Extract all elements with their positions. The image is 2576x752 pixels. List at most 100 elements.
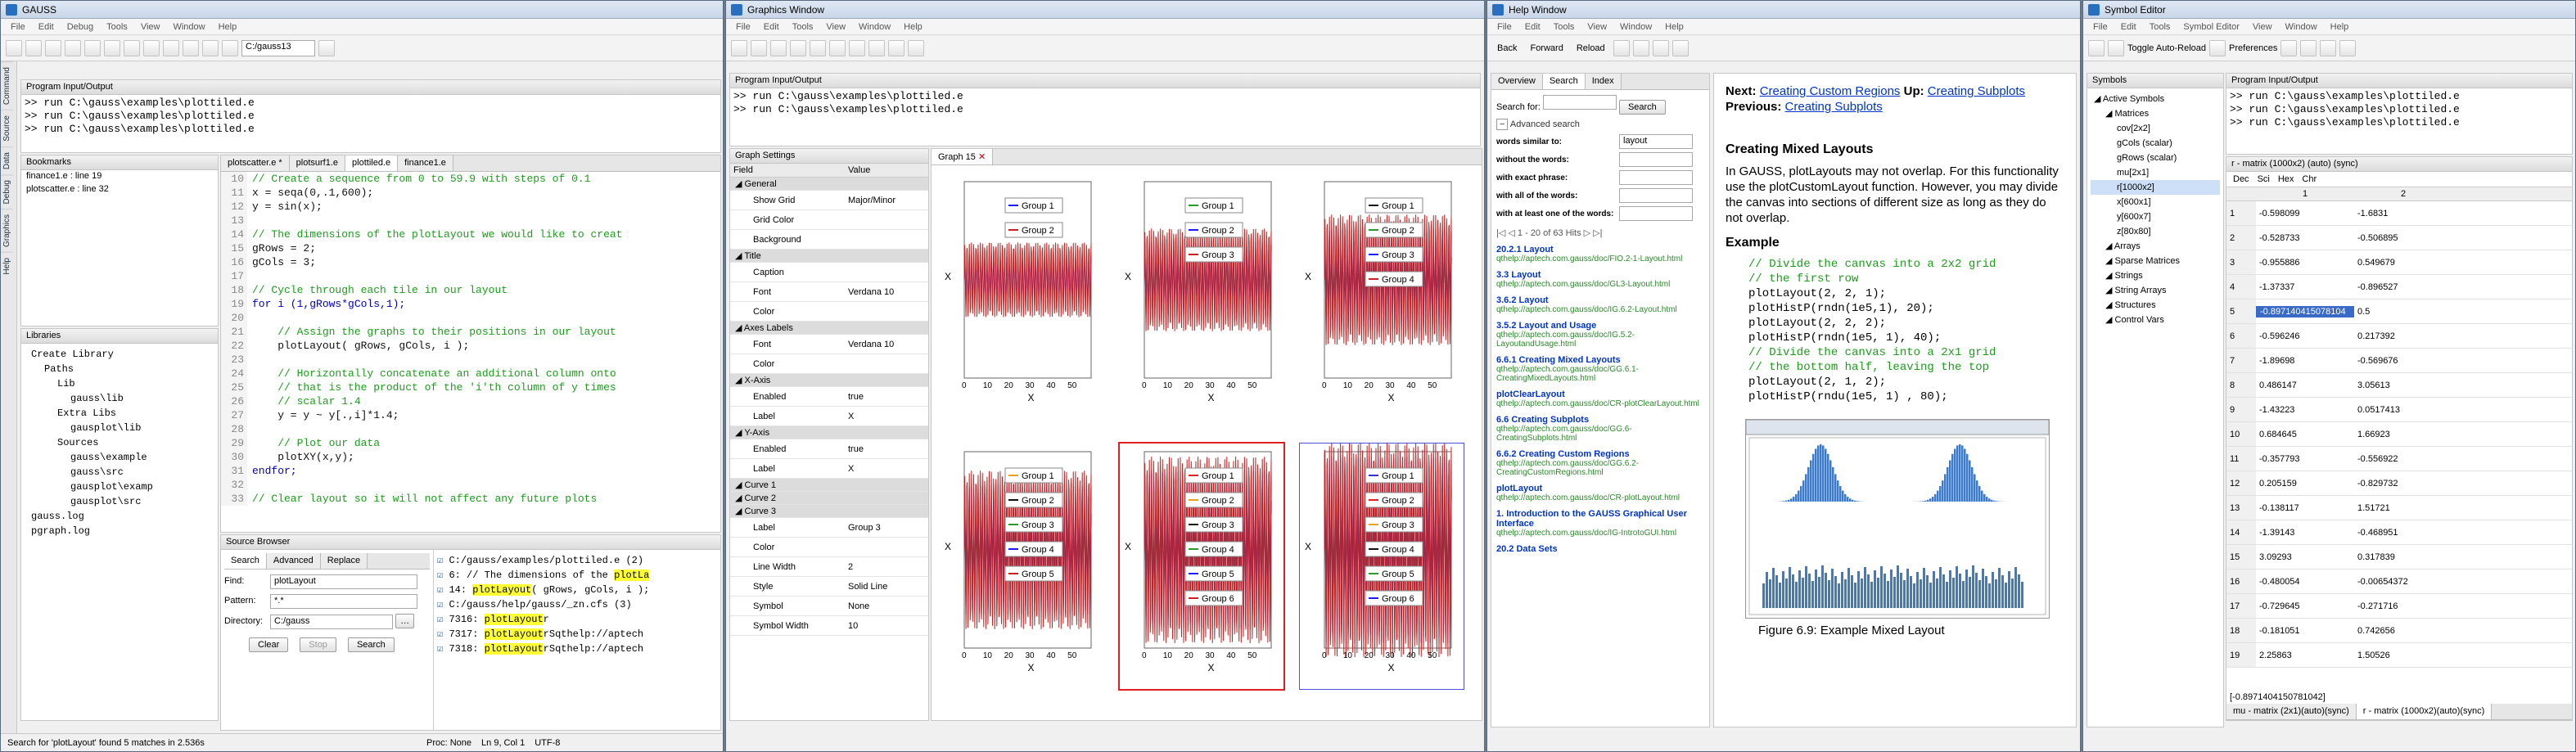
subplot[interactable]: Group 1 Group 2 Group 3 Group 4 0 10 20 30 40 50 X… bbox=[1300, 173, 1464, 419]
search-result[interactable]: ☑ 6: // The dimensions of the plotLa bbox=[437, 568, 717, 583]
search-hit[interactable]: 3.3 Layout qthelp://aptech.com.gauss/doc/… bbox=[1496, 270, 1704, 289]
library-item[interactable]: gauss.log bbox=[25, 509, 214, 524]
settings-section[interactable]: ◢ X-Axis bbox=[730, 374, 928, 387]
search-hit-title[interactable]: 3.6.2 Layout bbox=[1496, 295, 1704, 305]
library-item[interactable]: gauss\example bbox=[25, 450, 214, 465]
search-hit[interactable]: plotLayout qthelp://aptech.com.gauss/doc/… bbox=[1496, 484, 1704, 502]
settings-row[interactable]: Background bbox=[730, 230, 928, 250]
library-item[interactable]: Sources bbox=[25, 435, 214, 450]
debug-icon[interactable] bbox=[1633, 40, 1649, 56]
matrix-cell[interactable]: -0.357793 bbox=[2256, 454, 2354, 464]
settings-row[interactable]: Label Group 3 bbox=[730, 518, 928, 538]
sidebar-tab-data[interactable]: Data bbox=[1, 146, 13, 174]
result-checkbox[interactable]: ☑ bbox=[437, 614, 449, 625]
settings-row[interactable]: Color bbox=[730, 538, 928, 557]
menu-item-edit[interactable]: Edit bbox=[32, 22, 61, 32]
sidebar-tab-help[interactable]: Help bbox=[1, 252, 13, 280]
preferences-button[interactable]: Preferences bbox=[2229, 43, 2277, 53]
matrix-cell[interactable]: -0.468951 bbox=[2354, 528, 2452, 538]
search-hit-title[interactable]: 3.3 Layout bbox=[1496, 270, 1704, 280]
library-item[interactable]: Extra Libs bbox=[25, 406, 214, 421]
settings-row[interactable]: Symbol None bbox=[730, 597, 928, 616]
undo-icon[interactable] bbox=[65, 40, 81, 56]
tree-item[interactable]: ◢ String Arrays bbox=[2091, 283, 2220, 298]
tab-replace[interactable]: Replace bbox=[321, 553, 368, 569]
last-page-icon[interactable]: ▷| bbox=[1593, 228, 1602, 238]
directory-input[interactable]: C:/gauss bbox=[270, 615, 393, 629]
matrix-cell[interactable]: -0.181051 bbox=[2256, 626, 2354, 636]
menu-item-file[interactable]: File bbox=[4, 22, 32, 32]
settings-row[interactable]: Label X bbox=[730, 459, 928, 479]
settings-row[interactable]: Label X bbox=[730, 407, 928, 426]
ellipse-tool-icon[interactable] bbox=[810, 40, 826, 56]
open-file-icon[interactable] bbox=[25, 40, 42, 56]
settings-section[interactable]: ◢ Axes Labels bbox=[730, 322, 928, 335]
bookmark-item[interactable]: plotscatter.e : line 32 bbox=[21, 183, 218, 196]
settings-section[interactable]: ◢ Curve 2 bbox=[730, 492, 928, 505]
matrix-cell[interactable]: -0.829732 bbox=[2354, 479, 2452, 489]
tree-item-selected[interactable]: r[1000x2] bbox=[2091, 180, 2220, 195]
paste-icon[interactable] bbox=[143, 40, 160, 56]
collapse-icon[interactable]: − bbox=[1496, 119, 1508, 130]
search-button[interactable]: Search bbox=[348, 637, 395, 652]
tab-file[interactable]: finance1.e bbox=[398, 155, 453, 171]
settings-row[interactable]: Style Solid Line bbox=[730, 577, 928, 597]
menu-item-tools[interactable]: Tools bbox=[2143, 22, 2177, 32]
tree-item[interactable]: y[600x7] bbox=[2091, 209, 2220, 224]
tree-item[interactable]: ◢ Sparse Matrices bbox=[2091, 254, 2220, 268]
help-search-button[interactable]: Search bbox=[1619, 100, 1666, 115]
search-hit[interactable]: 3.5.2 Layout and Usage qthelp://aptech.co… bbox=[1496, 321, 1704, 349]
redo-icon[interactable] bbox=[84, 40, 101, 56]
nav-forward-button[interactable]: Forward bbox=[1525, 43, 1568, 53]
matrix-cell[interactable]: -0.897140415078104 bbox=[2256, 306, 2354, 317]
matrix-cell[interactable]: 0.549679 bbox=[2354, 258, 2452, 268]
matrix-cell[interactable]: 0.742656 bbox=[2354, 626, 2452, 636]
tab-file[interactable]: plotscatter.e * bbox=[221, 155, 290, 171]
search-hit[interactable]: 6.6 Creating Subplots qthelp://aptech.com… bbox=[1496, 415, 1704, 443]
close-icon[interactable]: ✕ bbox=[978, 152, 986, 162]
setting-value[interactable]: Group 3 bbox=[845, 523, 881, 533]
settings-section[interactable]: ◢ Curve 1 bbox=[730, 479, 928, 492]
menu-item-help[interactable]: Help bbox=[1658, 22, 1690, 32]
tree-item[interactable]: gRows (scalar) bbox=[2091, 151, 2220, 165]
menu-item-window[interactable]: Window bbox=[1613, 22, 1658, 32]
matrix-cell[interactable]: 0.217392 bbox=[2354, 331, 2452, 341]
matrix-cell[interactable]: 1.51721 bbox=[2354, 503, 2452, 513]
matrix-cell[interactable]: 0.684645 bbox=[2256, 430, 2354, 439]
tree-item[interactable]: z[80x80] bbox=[2091, 224, 2220, 239]
format-sci-button[interactable]: Sci bbox=[2258, 174, 2270, 184]
tab-file[interactable]: plottiled.e bbox=[345, 155, 398, 171]
search-hit[interactable]: 6.6.1 Creating Mixed Layouts qthelp://apt… bbox=[1496, 355, 1704, 383]
cut-icon[interactable] bbox=[104, 40, 120, 56]
settings-row[interactable]: Color bbox=[730, 354, 928, 374]
menu-item-view[interactable]: View bbox=[2246, 22, 2279, 32]
search-result[interactable]: ☑ C:/gauss/examples/plottiled.e (2) bbox=[437, 553, 717, 568]
library-item[interactable]: gauss\src bbox=[25, 465, 214, 480]
format-hex-button[interactable]: Hex bbox=[2278, 174, 2294, 184]
stop-icon[interactable] bbox=[908, 40, 924, 56]
text-tool-icon[interactable] bbox=[829, 40, 846, 56]
menu-item-view[interactable]: View bbox=[819, 22, 852, 32]
search-hit-title[interactable]: 6.6.2 Creating Custom Regions bbox=[1496, 449, 1704, 459]
menu-item-window[interactable]: Window bbox=[852, 22, 897, 32]
rect-tool-icon[interactable] bbox=[790, 40, 806, 56]
library-item[interactable]: Create Library bbox=[25, 347, 214, 362]
save-icon[interactable] bbox=[2088, 40, 2105, 56]
tree-item[interactable]: ◢ Structures bbox=[2091, 298, 2220, 313]
sidebar-tab-debug[interactable]: Debug bbox=[1, 174, 13, 209]
browse-button[interactable]: … bbox=[395, 614, 414, 628]
matrix-cell[interactable]: 1.50526 bbox=[2354, 651, 2452, 660]
setting-value[interactable]: None bbox=[845, 601, 869, 611]
search-hit[interactable]: 6.6.2 Creating Custom Regions qthelp://ap… bbox=[1496, 449, 1704, 477]
search-for-input[interactable] bbox=[1543, 95, 1617, 110]
setting-value[interactable]: Solid Line bbox=[845, 582, 887, 592]
stop-icon[interactable] bbox=[1672, 40, 1689, 56]
menu-item-file[interactable]: File bbox=[2087, 22, 2114, 32]
matrix-cell[interactable]: -1.39143 bbox=[2256, 528, 2354, 538]
matrix-cell[interactable]: 0.0517413 bbox=[2354, 405, 2452, 415]
edit-icon[interactable] bbox=[888, 40, 905, 56]
zoom-icon[interactable] bbox=[751, 40, 767, 56]
search-hit-title[interactable]: plotClearLayout bbox=[1496, 390, 1704, 399]
tab-advanced[interactable]: Advanced bbox=[267, 553, 321, 569]
menu-item-file[interactable]: File bbox=[729, 22, 757, 32]
